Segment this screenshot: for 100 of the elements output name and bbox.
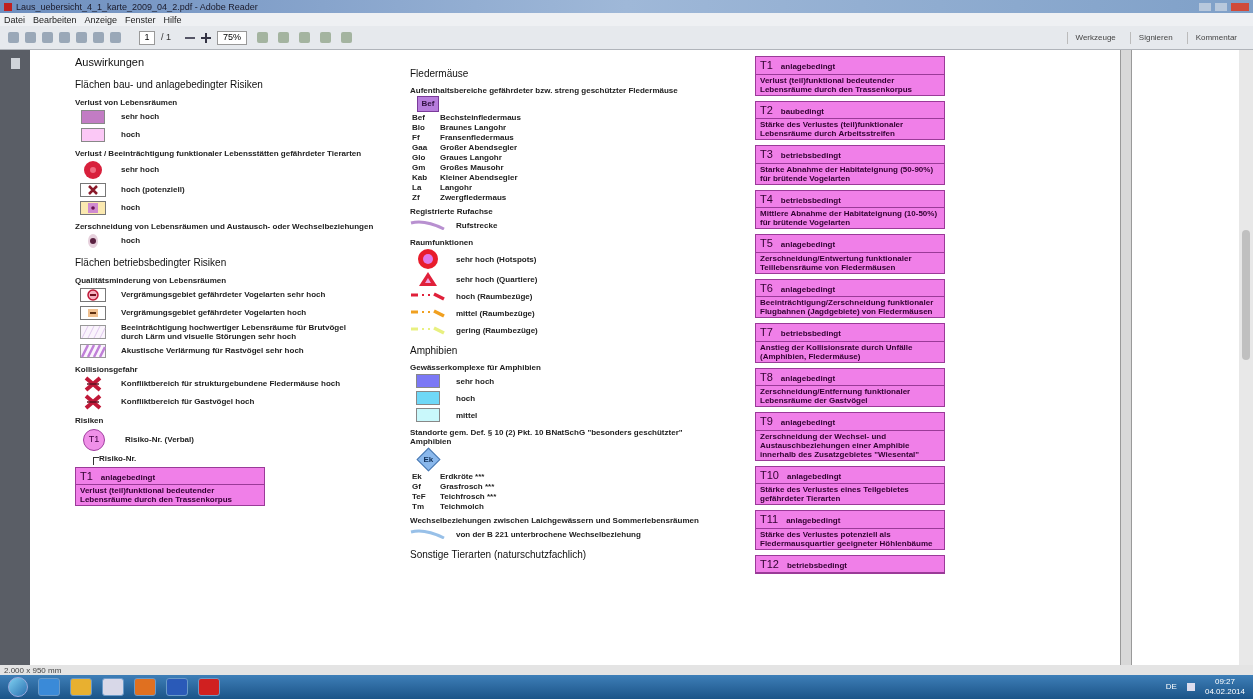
legend-label: hoch <box>121 236 141 245</box>
start-button[interactable] <box>8 677 28 697</box>
sidebar-icon[interactable] <box>10 58 20 69</box>
legend-group-label: Verlust von Lebensräumen <box>75 97 179 107</box>
circle-icon <box>83 159 103 180</box>
species-code: Blo <box>411 123 426 132</box>
menu-item[interactable]: Datei <box>4 14 25 25</box>
species-name: Braunes Langohr <box>440 123 507 132</box>
page-size: 2.000 x 950 mm <box>4 665 62 675</box>
toolbar-icon[interactable] <box>93 32 104 43</box>
risk-description: Zerschneidung der Wechsel- und Austauschbeziehungen einer Amphibie innerhalb des Zusatzgebietes "Wiesental" <box>759 430 921 460</box>
species-code: TeF <box>411 492 427 501</box>
close-button[interactable] <box>1231 2 1249 11</box>
legend-label: Vergrämungsgebiet gefährdeter Vogelarten sehr hoch <box>121 290 326 299</box>
cross-icon <box>80 182 106 197</box>
species-code: Ff <box>411 133 421 142</box>
species-name: Großes Mausohr <box>440 163 504 172</box>
hatched-swatch <box>80 324 106 339</box>
taskbar-icon[interactable] <box>38 678 60 696</box>
species-name: Grasfrosch *** <box>440 482 495 491</box>
risk-number: T12 <box>760 556 779 572</box>
zoom-in-icon[interactable] <box>201 32 211 43</box>
maximize-button[interactable] <box>1215 2 1227 11</box>
marker-icon <box>87 232 99 249</box>
legend-heading: Auswirkungen <box>75 55 146 70</box>
cross-icon <box>83 393 103 410</box>
risk-type: anlagebedingt <box>780 283 836 296</box>
triangle-icon <box>417 271 439 287</box>
toolbar-icon[interactable] <box>42 32 53 43</box>
curve-line-icon <box>410 529 446 539</box>
taskbar-icon[interactable] <box>198 678 220 696</box>
legend-group-label: Gewässerkomplexe für Amphibien <box>410 363 542 372</box>
toolbar-icon[interactable] <box>278 32 289 43</box>
taskbar-icon[interactable] <box>70 678 92 696</box>
risk-type: anlagebedingt <box>780 372 836 385</box>
menu-item[interactable]: Anzeige <box>84 14 118 25</box>
species-code: Gf <box>411 482 422 491</box>
species-name: Bechsteinfledermaus <box>440 113 521 122</box>
species-code: Ek <box>411 472 423 481</box>
panel-tab[interactable]: Kommentar <box>1186 31 1245 44</box>
zoom-field[interactable]: 75% <box>217 30 247 45</box>
toolbar-icon[interactable] <box>320 32 331 43</box>
square-icon <box>80 305 106 320</box>
toolbar-icon[interactable] <box>25 32 36 43</box>
species-name: Graues Langohr <box>440 153 502 162</box>
risk-number: T5 <box>760 236 773 251</box>
species-name: Erdkröte *** <box>440 472 485 481</box>
legend-group-label: Standorte gem. Def. § 10 (2) Pkt. 10 BNatSchG "besonders geschützter" Amphibien <box>410 428 684 446</box>
legend-label: sehr hoch (Hotspots) <box>456 254 537 264</box>
legend-group-label: Raumfunktionen <box>410 238 475 247</box>
legend-label: hoch (potenziell) <box>121 185 185 194</box>
risk-number: T9 <box>760 414 773 429</box>
panel-tab[interactable]: Werkzeuge <box>1066 31 1124 44</box>
legend-label: hoch <box>121 130 141 139</box>
language-indicator[interactable]: DE <box>1165 681 1177 693</box>
panel-tab[interactable]: Signieren <box>1129 31 1181 44</box>
page-field[interactable]: 1 <box>139 30 155 45</box>
menu-item[interactable]: Hilfe <box>163 14 182 25</box>
cross-icon <box>83 375 103 392</box>
page-count: / 1 <box>161 30 171 44</box>
toolbar-icon[interactable] <box>341 32 352 43</box>
legend-label: gering (Raumbezüge) <box>456 325 538 335</box>
risk-description: Starke Abnahme der Habitateignung (50-90%) für brütende Vogelarten <box>759 163 935 184</box>
risk-number: T6 <box>760 280 773 296</box>
risk-description: Zerschneidung/Entwertung funktionaler Teillebensräume von Fledermäusen <box>759 252 913 273</box>
scrollbar[interactable] <box>1239 50 1253 665</box>
risk-number: T1 <box>760 58 773 73</box>
toolbar-icon[interactable] <box>8 32 19 43</box>
legend-group-label: Verlust / Beeinträchtigung funktionaler Lebensstätten gefährdeter Tierarten <box>75 148 363 158</box>
legend-label: Rufstrecke <box>456 220 498 230</box>
risk-type: betriebsbedingt <box>780 328 841 340</box>
tray-icon[interactable] <box>1186 683 1195 691</box>
risk-number: T10 <box>760 467 779 483</box>
ring-icon <box>80 287 106 302</box>
risk-description: Anstieg der Kollisionsrate durch Unfälle (Amphibien, Fledermäuse) <box>759 341 914 362</box>
legend-label: Konfliktbereich für Gastvögel hoch <box>121 397 255 406</box>
toolbar-icon[interactable] <box>299 32 310 43</box>
taskbar-icon[interactable] <box>166 678 188 696</box>
toolbar-icon[interactable] <box>110 32 121 43</box>
risk-description: Mittlere Abnahme der Habitateignung (10-50%) für brütende Vogelarten <box>759 208 939 228</box>
minimize-button[interactable] <box>1199 2 1211 11</box>
window-title: Laus_uebersicht_4_1_karte_2009_04_2.pdf - Adobe Reader <box>16 1 258 12</box>
species-code: Bef <box>411 113 426 122</box>
zoom-out-button[interactable] <box>185 36 195 39</box>
taskbar-icon[interactable] <box>102 678 124 696</box>
legend-label: hoch (Raumbezüge) <box>456 291 533 301</box>
species-name: Teichmolch <box>440 502 484 511</box>
risk-type: anlagebedingt <box>100 471 156 484</box>
legend-label: sehr hoch <box>456 376 495 386</box>
taskbar-icon[interactable] <box>134 678 156 696</box>
species-code: Gm <box>411 163 427 172</box>
legend-group-label: Kollisionsgefahr <box>75 364 139 374</box>
menu-item[interactable]: Bearbeiten <box>33 14 77 25</box>
app-icon <box>4 2 12 11</box>
menu-item[interactable]: Fenster <box>125 14 156 25</box>
legend-label: mittel (Raumbezüge) <box>456 308 535 318</box>
risk-description: Verlust (teil)funktional bedeutender Lebensräume durch den Trassenkorpus <box>79 485 234 505</box>
toolbar-icon[interactable] <box>59 32 70 43</box>
toolbar-icon[interactable] <box>257 32 268 43</box>
toolbar-icon[interactable] <box>76 32 87 43</box>
